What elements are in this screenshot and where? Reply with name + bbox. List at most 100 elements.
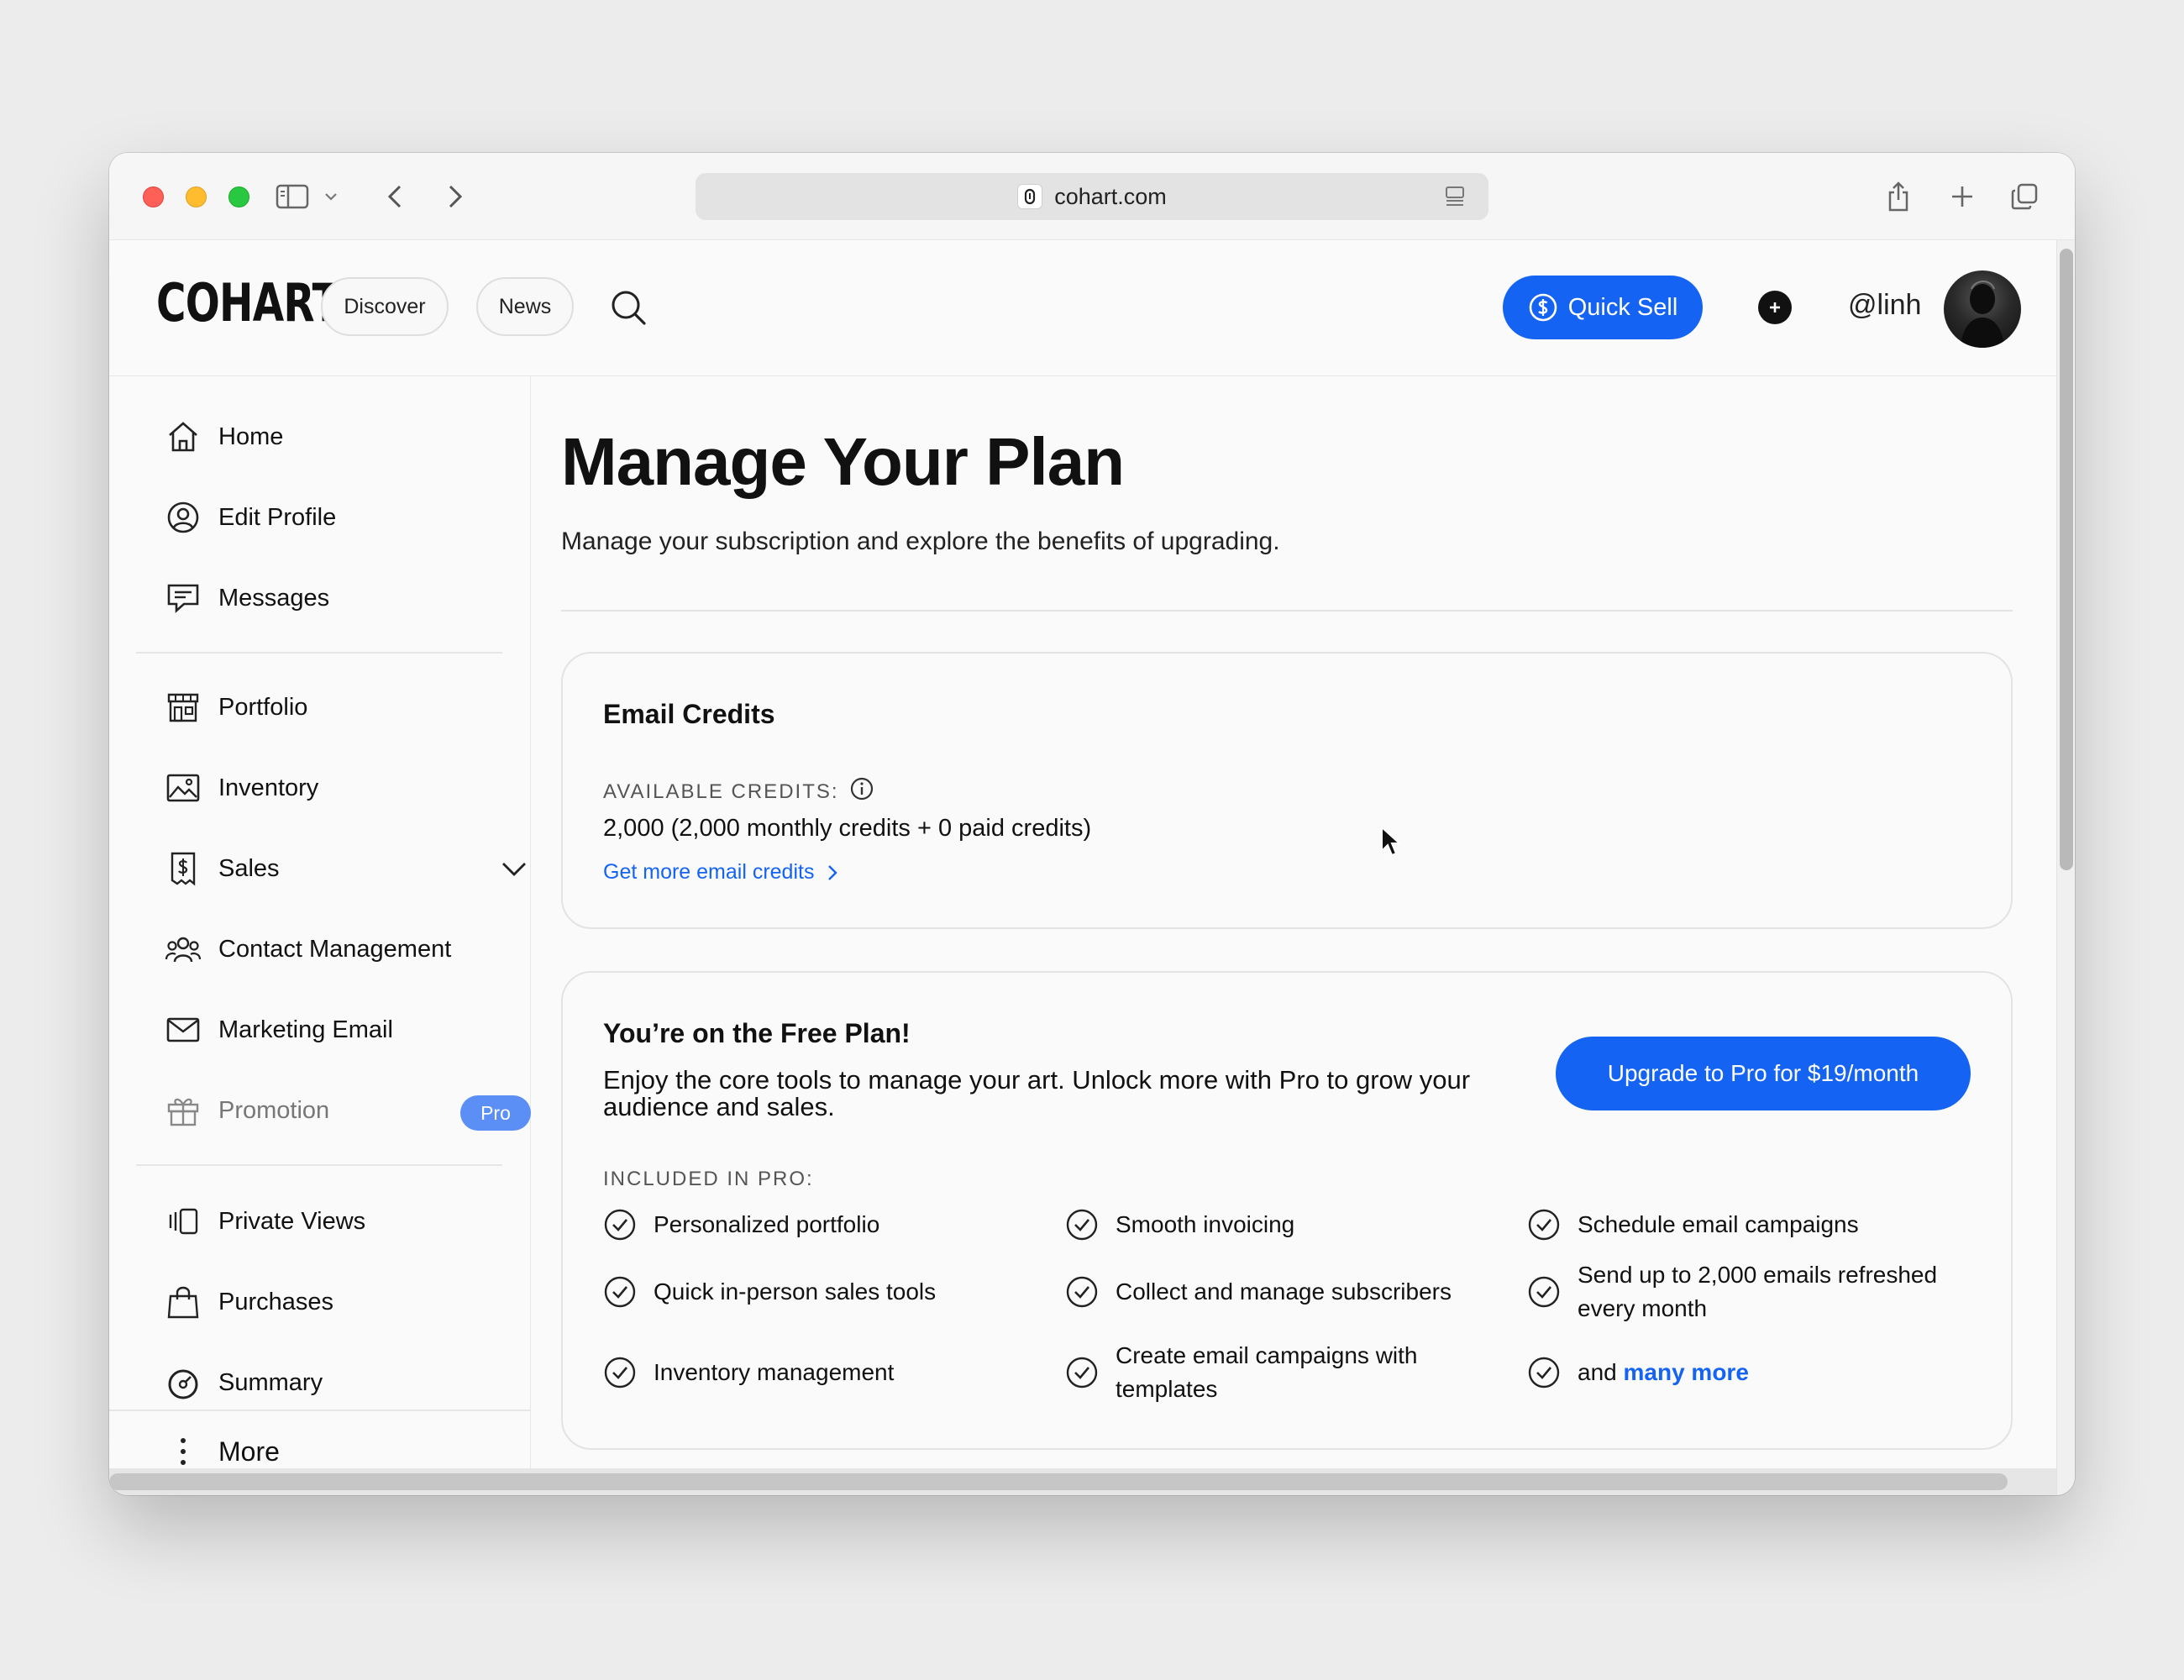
- page-subtitle: Manage your subscription and explore the…: [561, 528, 1280, 555]
- feature-label: Inventory management: [654, 1359, 895, 1385]
- share-icon[interactable]: [1880, 178, 1917, 215]
- gift-icon: [165, 1092, 202, 1129]
- feature-label: Create email campaigns with templates: [1116, 1342, 1418, 1402]
- sidebar-item-marketing-email[interactable]: Marketing Email: [165, 1005, 501, 1055]
- available-credits-text: AVAILABLE CREDITS:: [603, 780, 839, 803]
- maximize-window-button[interactable]: [228, 186, 249, 207]
- sidebar-item-home[interactable]: Home: [165, 412, 501, 462]
- vertical-scrollbar[interactable]: [2056, 240, 2075, 1495]
- sidebar-item-label: Summary: [218, 1368, 323, 1396]
- upgrade-to-pro-button[interactable]: Upgrade to Pro for $19/month: [1556, 1037, 1971, 1110]
- check-circle-icon: [1528, 1209, 1560, 1241]
- close-window-button[interactable]: [143, 186, 164, 207]
- minimize-window-button[interactable]: [186, 186, 207, 207]
- user-circle-icon: [165, 499, 202, 536]
- sidebar-item-inventory[interactable]: Inventory: [165, 763, 501, 813]
- feature-item: Smooth invoicing: [1065, 1208, 1294, 1242]
- feature-item: Create email campaigns with templates: [1065, 1339, 1468, 1406]
- sidebar-more-label: More: [218, 1436, 280, 1467]
- feature-label: and many more: [1578, 1356, 1749, 1389]
- info-icon[interactable]: [849, 776, 874, 807]
- more-vertical-icon: [165, 1433, 202, 1470]
- tab-overview-icon[interactable]: [2006, 178, 2043, 215]
- nav-discover-button[interactable]: Discover: [321, 277, 449, 336]
- feature-item: Quick in-person sales tools: [603, 1275, 936, 1309]
- users-icon: [165, 931, 202, 968]
- page-title: Manage Your Plan: [561, 424, 1125, 499]
- sidebar-item-contact-management[interactable]: Contact Management: [165, 924, 501, 974]
- avatar[interactable]: [1944, 270, 2021, 348]
- reader-mode-icon[interactable]: [1443, 185, 1467, 214]
- create-plus-icon[interactable]: [1758, 291, 1792, 324]
- back-icon[interactable]: [378, 178, 412, 215]
- sidebar: Home Edit Profile Messages Portfolio Inv…: [109, 376, 531, 1495]
- chat-icon: [165, 580, 202, 617]
- sidebar-divider: [136, 1164, 502, 1166]
- image-icon: [165, 769, 202, 806]
- sidebar-divider: [109, 1410, 531, 1411]
- site-favicon-icon: [1017, 184, 1043, 209]
- cohart-logo[interactable]: COHART: [156, 277, 340, 329]
- feature-item: Send up to 2,000 emails refreshed every …: [1527, 1258, 1981, 1326]
- sidebar-item-purchases[interactable]: Purchases: [165, 1277, 501, 1327]
- feature-label: Send up to 2,000 emails refreshed every …: [1578, 1262, 1938, 1321]
- horizontal-scrollbar-thumb[interactable]: [109, 1473, 2008, 1490]
- shopping-bag-icon: [165, 1284, 202, 1320]
- forward-icon[interactable]: [438, 178, 472, 215]
- get-more-credits-label: Get more email credits: [603, 860, 815, 884]
- sidebar-item-sales[interactable]: Sales: [165, 843, 526, 894]
- check-circle-icon: [1528, 1276, 1560, 1308]
- private-views-icon: [165, 1203, 202, 1240]
- chevron-right-icon: [828, 864, 838, 880]
- sidebar-item-label: Private Views: [218, 1207, 366, 1235]
- browser-window: cohart.com COHART Discover News Quick Se…: [109, 153, 2075, 1495]
- address-bar[interactable]: cohart.com: [696, 173, 1488, 220]
- feature-label: Quick in-person sales tools: [654, 1278, 937, 1305]
- mouse-cursor-icon: [1380, 825, 1402, 864]
- sidebar-item-label: Sales: [218, 854, 280, 882]
- main-content: Manage Your Plan Manage your subscriptio…: [531, 376, 2056, 1495]
- chevron-down-icon[interactable]: [499, 853, 529, 890]
- plan-heading: You’re on the Free Plan!: [603, 1018, 911, 1048]
- feature-and-text: and: [1578, 1359, 1617, 1385]
- horizontal-scrollbar[interactable]: [109, 1468, 2056, 1495]
- mail-icon: [165, 1011, 202, 1048]
- free-plan-card: You’re on the Free Plan! Enjoy the core …: [561, 971, 2013, 1450]
- available-credits-label: AVAILABLE CREDITS:: [603, 776, 874, 807]
- check-circle-icon: [604, 1209, 636, 1241]
- feature-item: Inventory management: [603, 1356, 894, 1389]
- feature-label: Schedule email campaigns: [1578, 1211, 1859, 1237]
- url-text: cohart.com: [1054, 183, 1167, 209]
- home-icon: [165, 418, 202, 455]
- dollar-receipt-icon: [165, 850, 202, 887]
- sidebar-item-summary[interactable]: Summary: [165, 1357, 501, 1408]
- quick-sell-button[interactable]: Quick Sell: [1503, 276, 1703, 339]
- feature-item: and many more: [1527, 1356, 1749, 1389]
- sidebar-item-messages[interactable]: Messages: [165, 573, 501, 623]
- feature-item: Schedule email campaigns: [1527, 1208, 1859, 1242]
- many-more-link[interactable]: many more: [1624, 1359, 1749, 1385]
- chevron-down-icon[interactable]: [321, 178, 341, 215]
- sidebar-item-edit-profile[interactable]: Edit Profile: [165, 492, 501, 543]
- sidebar-item-label: Portfolio: [218, 693, 308, 721]
- sidebar-toggle-icon[interactable]: [272, 178, 312, 215]
- nav-news-button[interactable]: News: [476, 277, 574, 336]
- plan-description: Enjoy the core tools to manage your art.…: [603, 1065, 1471, 1121]
- check-circle-icon: [1066, 1357, 1098, 1389]
- search-icon[interactable]: [608, 287, 648, 332]
- check-circle-icon: [1066, 1209, 1098, 1241]
- get-more-credits-link[interactable]: Get more email credits: [603, 860, 839, 885]
- sidebar-item-label: Purchases: [218, 1288, 334, 1315]
- content-divider: [561, 610, 2013, 612]
- sidebar-item-label: Promotion: [218, 1096, 330, 1124]
- storefront-icon: [165, 689, 202, 726]
- scrollbar-thumb[interactable]: [2060, 249, 2073, 870]
- feature-label: Personalized portfolio: [654, 1211, 880, 1237]
- included-in-pro-label: INCLUDED IN PRO:: [603, 1168, 814, 1190]
- sidebar-item-private-views[interactable]: Private Views: [165, 1196, 501, 1247]
- sidebar-item-promotion[interactable]: Promotion Pro: [165, 1085, 531, 1136]
- user-handle[interactable]: @linh: [1848, 289, 1921, 322]
- new-tab-icon[interactable]: [1944, 178, 1981, 215]
- sidebar-item-portfolio[interactable]: Portfolio: [165, 682, 501, 732]
- sidebar-item-label: Contact Management: [218, 935, 452, 963]
